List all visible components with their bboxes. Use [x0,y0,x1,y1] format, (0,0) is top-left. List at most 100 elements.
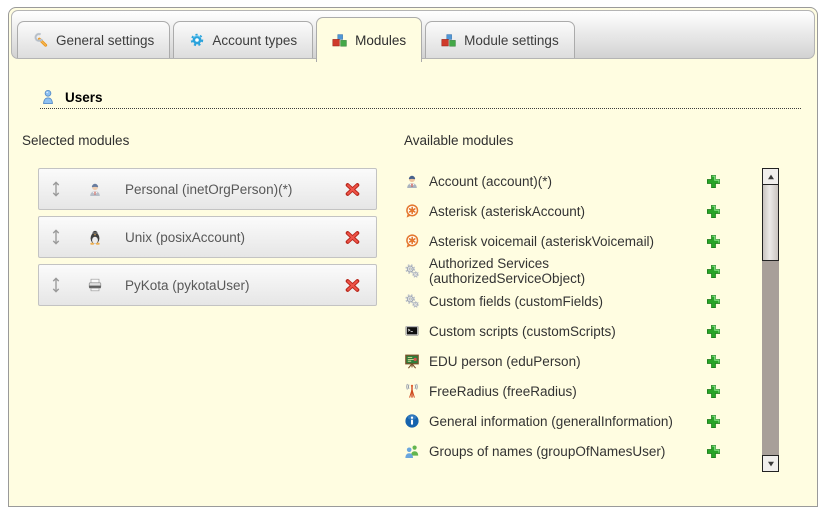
available-module-row: Account (account)(*) [404,166,722,196]
selected-module-row: Personal (inetOrgPerson)(*) [38,168,377,210]
modules-cubes-icon [332,32,348,48]
updown-icon [48,277,64,293]
available-module-row: General information (generalInformation) [404,406,722,436]
tab-modules[interactable]: Modules [316,17,422,62]
add-module-button[interactable] [705,203,722,220]
scrollbar-thumb[interactable] [762,185,779,261]
add-module-button[interactable] [705,173,722,190]
asterisk-icon [404,203,420,219]
asterisk-icon [404,233,420,249]
modules-content: Users Selected modules Personal (inetOrg… [9,61,817,466]
add-module-button[interactable] [705,323,722,340]
add-icon [705,263,722,280]
available-module-label: Custom fields (customFields) [429,294,701,309]
add-module-button[interactable] [705,263,722,280]
updown-icon [48,229,64,245]
add-module-button[interactable] [705,293,722,310]
modules-cubes-icon [441,32,457,48]
selected-module-label: Unix (posixAccount) [125,230,245,245]
tab-label: General settings [56,33,154,48]
selected-modules-list: Personal (inetOrgPerson)(*) Unix (posixA… [38,168,377,306]
wrench-icon [33,32,49,48]
scroll-up-icon [767,173,775,181]
available-modules-list: Account (account)(*) Asterisk (asteriskA… [404,166,722,466]
add-module-button[interactable] [705,383,722,400]
person-icon [87,181,103,197]
available-module-label: Authorized Services (authorizedServiceOb… [429,256,701,286]
remove-module-button[interactable] [344,181,361,198]
available-module-row: Asterisk (asteriskAccount) [404,196,722,226]
section-title: Users [65,90,103,105]
available-module-label: General information (generalInformation) [429,414,701,429]
remove-module-button[interactable] [344,229,361,246]
gears-icon [404,263,420,279]
blackboard-icon [404,353,420,369]
tab-label: Module settings [464,33,559,48]
tab-bar: General settings Account types Modules M… [17,17,575,58]
available-module-row: Groups of names (groupOfNamesUser) [404,436,722,466]
add-icon [705,323,722,340]
terminal-icon [404,323,420,339]
add-icon [705,413,722,430]
add-icon [705,203,722,220]
add-icon [705,173,722,190]
tab-label: Modules [355,33,406,48]
antenna-icon [404,383,420,399]
drag-handle[interactable] [48,229,64,245]
available-modules-column: Available modules Account (account)(*) A… [404,133,817,466]
add-icon [705,293,722,310]
available-module-label: Custom scripts (customScripts) [429,324,701,339]
tab-module-settings[interactable]: Module settings [425,21,575,58]
available-module-row: Asterisk voicemail (asteriskVoicemail) [404,226,722,256]
add-icon [705,443,722,460]
add-icon [705,353,722,370]
gears-icon [404,293,420,309]
available-module-label: EDU person (eduPerson) [429,354,701,369]
group-icon [404,443,420,459]
tux-icon [87,229,103,245]
add-icon [705,383,722,400]
remove-module-button[interactable] [344,277,361,294]
delete-icon [344,181,361,198]
add-module-button[interactable] [705,443,722,460]
gear-blue-icon [189,32,205,48]
drag-handle[interactable] [48,277,64,293]
available-modules-scrollbar[interactable] [762,168,779,472]
drag-handle[interactable] [48,181,64,197]
config-panel: General settings Account types Modules M… [8,7,818,507]
available-modules-label: Available modules [404,133,817,148]
tab-account-types[interactable]: Account types [173,21,313,58]
add-module-button[interactable] [705,353,722,370]
add-module-button[interactable] [705,413,722,430]
selected-module-row: PyKota (pykotaUser) [38,264,377,306]
tab-label: Account types [212,33,297,48]
delete-icon [344,229,361,246]
tab-strip: General settings Account types Modules M… [11,10,815,59]
tab-general-settings[interactable]: General settings [17,21,170,58]
selected-module-label: Personal (inetOrgPerson)(*) [125,182,292,197]
available-module-row: EDU person (eduPerson) [404,346,722,376]
available-module-label: Asterisk (asteriskAccount) [429,204,701,219]
selected-modules-label: Selected modules [22,133,388,148]
section-header-users: Users [40,89,801,109]
available-module-row: Custom fields (customFields) [404,286,722,316]
scrollbar-track[interactable] [762,261,779,455]
available-module-row: FreeRadius (freeRadius) [404,376,722,406]
user-icon [40,89,56,105]
selected-module-row: Unix (posixAccount) [38,216,377,258]
printer-icon [87,277,103,293]
available-module-label: FreeRadius (freeRadius) [429,384,701,399]
module-columns: Selected modules Personal (inetOrgPerson… [9,133,817,466]
info-icon [404,413,420,429]
scrollbar-down-button[interactable] [762,455,779,472]
available-module-label: Asterisk voicemail (asteriskVoicemail) [429,234,701,249]
available-module-label: Account (account)(*) [429,174,701,189]
selected-modules-column: Selected modules Personal (inetOrgPerson… [22,133,388,466]
scrollbar-up-button[interactable] [762,168,779,185]
delete-icon [344,277,361,294]
person-icon [404,173,420,189]
add-icon [705,233,722,250]
updown-icon [48,181,64,197]
available-module-label: Groups of names (groupOfNamesUser) [429,444,701,459]
add-module-button[interactable] [705,233,722,250]
